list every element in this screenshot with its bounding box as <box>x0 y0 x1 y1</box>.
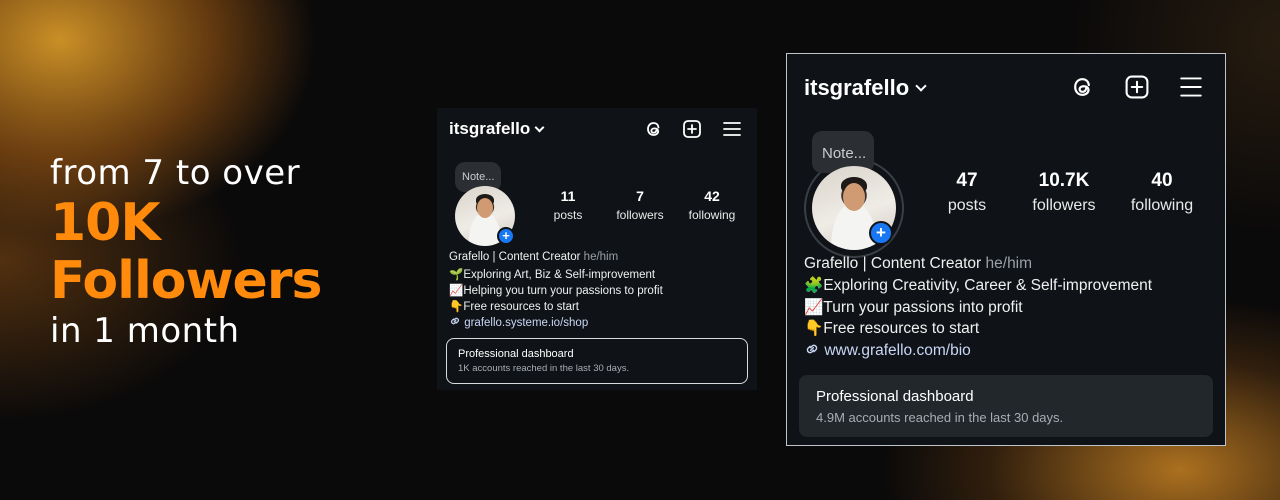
profile-card-before: itsgrafello Note... + 11 posts 7 followe… <box>437 108 757 390</box>
stat-label: following <box>688 208 736 222</box>
bio-link-text: grafello.systeme.io/shop <box>464 317 589 329</box>
menu-icon[interactable] <box>1178 76 1204 98</box>
stat-value: 7 <box>636 188 644 204</box>
link-icon <box>804 342 820 359</box>
professional-dashboard[interactable]: Professional dashboard 1K accounts reach… <box>446 338 748 384</box>
stat-following[interactable]: 40 following <box>1117 170 1207 215</box>
username: itsgrafello <box>804 75 910 100</box>
stat-value: 40 <box>1151 170 1173 191</box>
bio-line-3: 👇Free resources to start <box>449 301 579 313</box>
bio-line-1: 🧩Exploring Creativity, Career & Self-imp… <box>804 277 1153 294</box>
stat-label: posts <box>553 208 583 222</box>
dashboard-subtitle: 4.9M accounts reached in the last 30 day… <box>816 410 1064 425</box>
chevron-down-icon <box>534 122 545 133</box>
profile-name: Grafello | Content Creator <box>804 255 982 272</box>
bio-link[interactable]: www.grafello.com/bio <box>804 341 971 360</box>
headline-line-2: 10K <box>50 193 161 253</box>
stat-label: posts <box>947 197 987 214</box>
username-switcher[interactable]: itsgrafello <box>449 118 545 140</box>
dashboard-subtitle: 1K accounts reached in the last 30 days. <box>458 363 630 374</box>
stat-label: followers <box>616 208 664 222</box>
stat-following[interactable]: 42 following <box>676 188 748 222</box>
bio-line-1: 🌱Exploring Art, Biz & Self-improvement <box>449 269 656 281</box>
pronouns: he/him <box>985 255 1033 272</box>
stat-label: followers <box>1032 197 1096 214</box>
stat-label: following <box>1130 197 1194 214</box>
bio-link[interactable]: grafello.systeme.io/shop <box>449 315 588 329</box>
bio-link-text: www.grafello.com/bio <box>824 342 971 359</box>
headline-line-3: Followers <box>50 251 322 311</box>
threads-icon[interactable] <box>644 119 664 139</box>
bio-line-3: 👇Free resources to start <box>804 320 980 337</box>
stat-value: 10.7K <box>1038 170 1090 191</box>
link-icon <box>449 317 461 329</box>
headline-line-1: from 7 to over <box>50 153 301 193</box>
menu-icon[interactable] <box>722 120 742 138</box>
bio-line-2: 📈Helping you turn your passions to profi… <box>449 285 663 297</box>
dashboard-title: Professional dashboard <box>458 348 574 360</box>
profile-card-after: itsgrafello Note... + 47 posts 10.7K fol… <box>786 53 1226 446</box>
username-switcher[interactable]: itsgrafello <box>804 74 927 102</box>
pronouns: he/him <box>583 251 619 263</box>
stat-followers[interactable]: 10.7K followers <box>1019 170 1109 215</box>
stat-posts[interactable]: 47 posts <box>922 170 1012 215</box>
stat-value: 42 <box>704 188 720 204</box>
profile-name: Grafello | Content Creator <box>449 251 581 263</box>
threads-icon[interactable] <box>1070 74 1096 100</box>
new-post-icon[interactable] <box>682 119 702 139</box>
bio-line-2: 📈Turn your passions into profit <box>804 299 1023 316</box>
chevron-down-icon <box>915 80 927 92</box>
new-post-icon[interactable] <box>1124 74 1150 100</box>
dashboard-title: Professional dashboard <box>816 388 974 405</box>
profile-name-line: Grafello | Content Creator he/him <box>804 255 1032 273</box>
professional-dashboard[interactable]: Professional dashboard 4.9M accounts rea… <box>799 375 1213 437</box>
headline-line-4: in 1 month <box>50 311 240 351</box>
stat-posts[interactable]: 11 posts <box>532 188 604 222</box>
stat-value: 47 <box>956 170 978 191</box>
add-story-icon[interactable]: + <box>869 221 893 245</box>
stat-followers[interactable]: 7 followers <box>604 188 676 222</box>
username: itsgrafello <box>449 119 531 138</box>
profile-name-line: Grafello | Content Creator he/him <box>449 251 618 263</box>
stat-value: 11 <box>560 188 576 204</box>
headline: from 7 to over 10K Followers in 1 month <box>50 152 322 352</box>
add-story-icon[interactable]: + <box>497 227 515 245</box>
